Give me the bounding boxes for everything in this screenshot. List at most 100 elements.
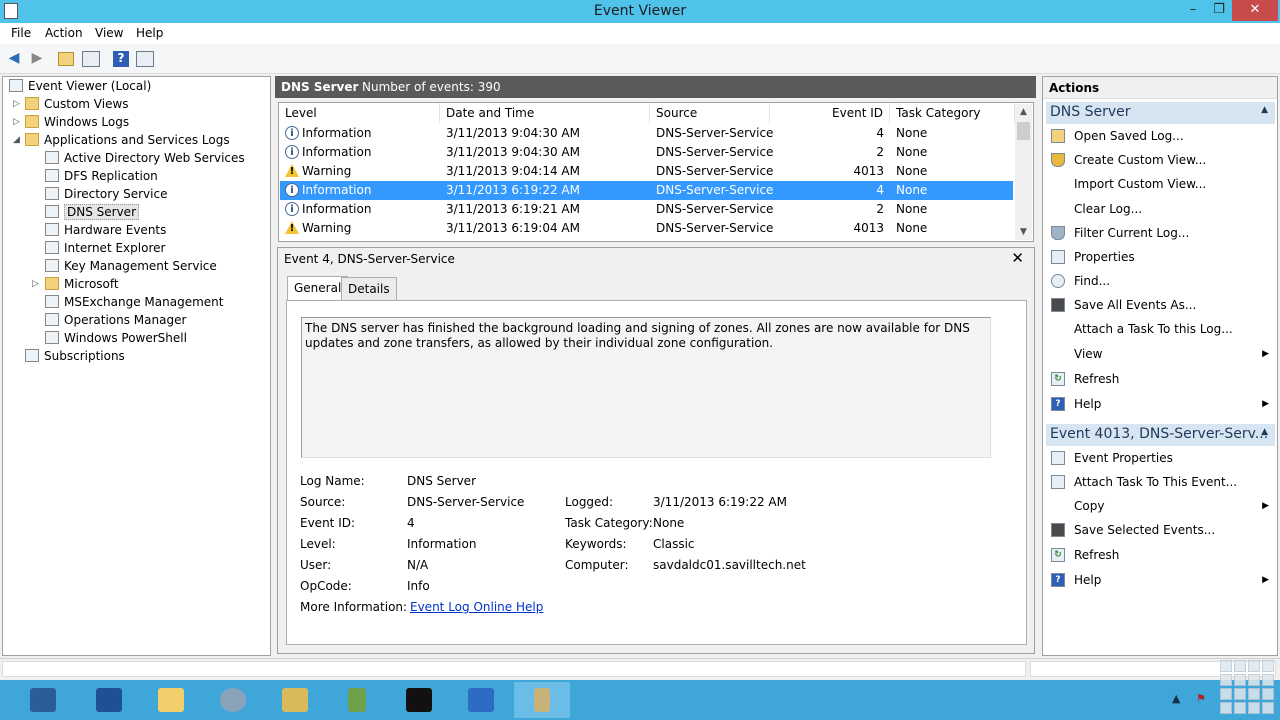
log-icon bbox=[45, 205, 59, 218]
server-manager-icon[interactable] bbox=[16, 682, 72, 718]
value-computer: savdaldc01.savilltech.net bbox=[653, 558, 806, 572]
event-row-selected[interactable]: i Information 3/11/2013 6:19:22 AM DNS-S… bbox=[280, 181, 1013, 200]
toolbar: ◀ ▶ ? bbox=[0, 44, 1280, 74]
collapse-icon[interactable]: ▲ bbox=[1261, 427, 1268, 437]
tree-item-log[interactable]: Active Directory Web Services bbox=[45, 150, 245, 168]
log-icon bbox=[45, 223, 59, 236]
value-event-id: 4 bbox=[407, 516, 415, 530]
action-create-custom-view[interactable]: Create Custom View... bbox=[1046, 149, 1275, 171]
action-save-selected-events[interactable]: Save Selected Events... bbox=[1046, 519, 1275, 541]
tab-details[interactable]: Details bbox=[341, 277, 397, 301]
action-view[interactable]: View ▶ bbox=[1046, 343, 1275, 365]
collapse-icon[interactable]: ▲ bbox=[1261, 105, 1268, 115]
tree-item-log[interactable]: Directory Service bbox=[45, 186, 167, 204]
log-icon bbox=[45, 187, 59, 200]
tray-arrow-icon[interactable]: ▲ bbox=[1172, 692, 1180, 705]
scroll-down-icon[interactable]: ▼ bbox=[1015, 224, 1032, 240]
column-header-event-id[interactable]: Event ID bbox=[770, 103, 890, 123]
column-header-date[interactable]: Date and Time bbox=[440, 103, 650, 123]
actions-section-event[interactable]: Event 4013, DNS-Server-Serv... ▲ bbox=[1046, 424, 1275, 446]
close-button[interactable]: ✕ bbox=[1232, 0, 1278, 21]
scroll-thumb[interactable] bbox=[1017, 122, 1030, 140]
event-count: Number of events: 390 bbox=[362, 80, 501, 94]
tree-item-log[interactable]: Internet Explorer bbox=[45, 240, 165, 258]
menu-action[interactable]: Action bbox=[45, 26, 83, 40]
maximize-button[interactable]: ❐ bbox=[1206, 0, 1232, 21]
action-help[interactable]: ? Help ▶ bbox=[1046, 393, 1275, 415]
column-header-task-category[interactable]: Task Category bbox=[890, 103, 1015, 123]
event-row[interactable]: i Information 3/11/2013 9:04:30 AM DNS-S… bbox=[280, 124, 1013, 143]
computer-icon bbox=[9, 79, 23, 92]
menu-file[interactable]: File bbox=[11, 26, 31, 40]
log-icon bbox=[45, 241, 59, 254]
event-row[interactable]: ! Warning 3/11/2013 9:04:14 AM DNS-Serve… bbox=[280, 162, 1013, 181]
collapse-icon[interactable]: ◢ bbox=[13, 135, 22, 145]
expand-icon[interactable]: ▷ bbox=[13, 117, 22, 127]
column-header-source[interactable]: Source bbox=[650, 103, 770, 123]
action-import-custom-view[interactable]: Import Custom View... bbox=[1046, 173, 1275, 195]
action-attach-task-to-event[interactable]: Attach Task To This Event... bbox=[1046, 471, 1275, 493]
tree-item-log[interactable]: DFS Replication bbox=[45, 168, 158, 186]
action-find[interactable]: Find... bbox=[1046, 270, 1275, 292]
action-refresh[interactable]: ↻ Refresh bbox=[1046, 368, 1275, 390]
event-row[interactable]: ! Warning 3/11/2013 6:19:04 AM DNS-Serve… bbox=[280, 219, 1013, 238]
expand-icon[interactable]: ▷ bbox=[13, 99, 22, 109]
action-help-event[interactable]: ? Help ▶ bbox=[1046, 569, 1275, 591]
performance-tool-icon[interactable] bbox=[204, 682, 260, 718]
back-icon[interactable]: ◀ bbox=[4, 49, 24, 69]
close-detail-icon[interactable]: ✕ bbox=[1011, 249, 1024, 267]
tree-item-windows-logs[interactable]: Windows Logs bbox=[25, 114, 129, 132]
action-clear-log[interactable]: Clear Log... bbox=[1046, 198, 1275, 220]
action-copy[interactable]: Copy ▶ bbox=[1046, 495, 1275, 517]
show-hide-action-pane-icon[interactable] bbox=[136, 51, 154, 67]
network-icon[interactable] bbox=[328, 682, 384, 718]
file-explorer-icon[interactable] bbox=[142, 682, 198, 718]
disk-tool-icon[interactable] bbox=[266, 682, 322, 718]
tree-item-log[interactable]: Hardware Events bbox=[45, 222, 166, 240]
event-row[interactable]: i Information 3/11/2013 9:04:30 AM DNS-S… bbox=[280, 143, 1013, 162]
save-icon bbox=[1051, 298, 1065, 312]
powershell-icon[interactable] bbox=[80, 682, 136, 718]
action-event-properties[interactable]: Event Properties bbox=[1046, 447, 1275, 469]
tree-item-log[interactable]: Key Management Service bbox=[45, 258, 217, 276]
event-list-scrollbar[interactable]: ▲ ▼ bbox=[1015, 104, 1032, 240]
column-header-level[interactable]: Level bbox=[279, 103, 440, 123]
tree-item-applications-and-services-logs[interactable]: Applications and Services Logs bbox=[25, 132, 230, 150]
tree-item-custom-views[interactable]: Custom Views bbox=[25, 96, 129, 114]
tree-item-dns-server[interactable]: DNS Server bbox=[45, 204, 139, 222]
action-attach-task-to-log[interactable]: Attach a Task To this Log... bbox=[1046, 318, 1275, 340]
tree-item-log[interactable]: Windows PowerShell bbox=[45, 330, 187, 348]
event-row[interactable]: i Information 3/11/2013 6:19:21 AM DNS-S… bbox=[280, 200, 1013, 219]
help-icon: ? bbox=[1051, 573, 1065, 587]
action-center-icon[interactable]: ⚑ bbox=[1196, 692, 1206, 705]
event-log-online-help-link[interactable]: Event Log Online Help bbox=[410, 600, 543, 614]
action-save-all-events[interactable]: Save All Events As... bbox=[1046, 294, 1275, 316]
event-viewer-taskbar-icon[interactable] bbox=[514, 682, 570, 718]
forward-icon[interactable]: ▶ bbox=[27, 49, 47, 69]
tree-item-microsoft[interactable]: Microsoft bbox=[45, 276, 119, 294]
tree-item-log[interactable]: Operations Manager bbox=[45, 312, 186, 330]
minimize-button[interactable]: – bbox=[1180, 0, 1206, 21]
log-icon bbox=[45, 313, 59, 326]
window-title: Event Viewer bbox=[593, 3, 687, 19]
expand-icon[interactable]: ▷ bbox=[32, 279, 41, 289]
action-filter-current-log[interactable]: Filter Current Log... bbox=[1046, 222, 1275, 244]
up-folder-icon[interactable] bbox=[58, 52, 74, 66]
menu-help[interactable]: Help bbox=[136, 26, 163, 40]
tree-item-event-viewer-local[interactable]: Event Viewer (Local) bbox=[9, 78, 151, 96]
actions-section-dns-server[interactable]: DNS Server ▲ bbox=[1046, 102, 1275, 124]
command-prompt-icon[interactable] bbox=[390, 682, 446, 718]
action-properties[interactable]: Properties bbox=[1046, 246, 1275, 268]
tree-item-subscriptions[interactable]: Subscriptions bbox=[25, 348, 125, 366]
action-refresh-event[interactable]: ↻ Refresh bbox=[1046, 544, 1275, 566]
log-icon bbox=[45, 331, 59, 344]
help-icon[interactable]: ? bbox=[113, 51, 129, 67]
scroll-up-icon[interactable]: ▲ bbox=[1015, 104, 1032, 120]
tree-item-log[interactable]: MSExchange Management bbox=[45, 294, 223, 312]
value-logged: 3/11/2013 6:19:22 AM bbox=[653, 495, 787, 509]
powershell-ise-icon[interactable] bbox=[452, 682, 508, 718]
tab-general[interactable]: General bbox=[287, 276, 349, 301]
show-hide-tree-icon[interactable] bbox=[82, 51, 100, 67]
action-open-saved-log[interactable]: Open Saved Log... bbox=[1046, 125, 1275, 147]
menu-view[interactable]: View bbox=[95, 26, 123, 40]
